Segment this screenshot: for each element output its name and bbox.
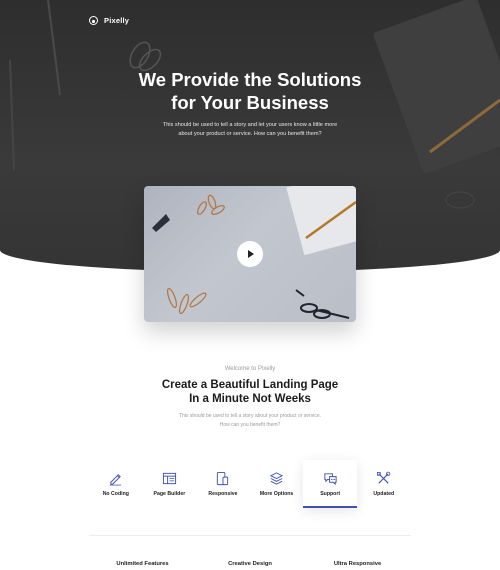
hero-subtitle: This should be used to tell a story and … (150, 121, 350, 139)
section-subtitle-line1: This should be used to tell a story abou… (178, 413, 322, 419)
feature-label: Support (320, 491, 341, 497)
feature-label: Page Builder (153, 491, 186, 497)
layout-icon (162, 472, 176, 485)
feature-tabs: No Coding Page Builder Responsive More O… (89, 460, 411, 508)
video-thumbnail[interactable] (144, 186, 356, 322)
hero-title: We Provide the Solutions for Your Busine… (0, 68, 500, 114)
feature-tab-support[interactable]: Support (303, 460, 357, 508)
brand-logo[interactable]: Pixelly (89, 16, 129, 25)
play-button[interactable] (237, 241, 263, 267)
pencil-icon (110, 474, 122, 486)
feature-tab-responsive[interactable]: Responsive (196, 460, 250, 508)
hero-subtitle-line1: This should be used to tell a story and … (162, 122, 338, 128)
feature-tab-no-coding[interactable]: No Coding (89, 460, 143, 508)
section-eyebrow: Welcome to Pixelly (224, 366, 276, 372)
feature-label: Updated (373, 491, 395, 497)
highlight-creative-design: Creative Design (228, 561, 272, 567)
feature-label: No Coding (102, 491, 129, 497)
brand-name: Pixelly (104, 16, 130, 25)
section-subtitle: This should be used to tell a story abou… (170, 412, 330, 430)
feature-tab-updated[interactable]: Updated (357, 460, 411, 508)
section-subtitle-line2: How can you benefit them? (219, 422, 281, 428)
highlight-unlimited-features: Unlimited Features (116, 561, 169, 567)
devices-icon (217, 471, 229, 486)
chat-icon (324, 473, 337, 486)
hero-subtitle-line2: about your product or service. How can y… (178, 131, 322, 137)
section-title-line1: Create a Beautiful Landing Page (161, 379, 339, 391)
layers-icon (269, 472, 284, 485)
logo-mark-icon (89, 16, 98, 25)
feature-tab-more-options[interactable]: More Options (250, 460, 304, 508)
section-divider (89, 535, 411, 536)
feature-label: More Options (259, 491, 294, 497)
section-title-line2: In a Minute Not Weeks (189, 393, 311, 405)
feature-label: Responsive (208, 491, 238, 497)
feature-tab-page-builder[interactable]: Page Builder (143, 460, 197, 508)
highlight-ultra-responsive: Ultra Responsive (333, 561, 382, 567)
section-title: Create a Beautiful Landing Page In a Min… (0, 378, 500, 406)
hero-title-line1: We Provide the Solutions (138, 69, 362, 90)
tools-icon (377, 471, 391, 484)
play-icon (248, 250, 254, 258)
hero-title-line2: for Your Business (171, 92, 329, 113)
highlights-row: Unlimited Features Creative Design Ultra… (89, 561, 411, 567)
